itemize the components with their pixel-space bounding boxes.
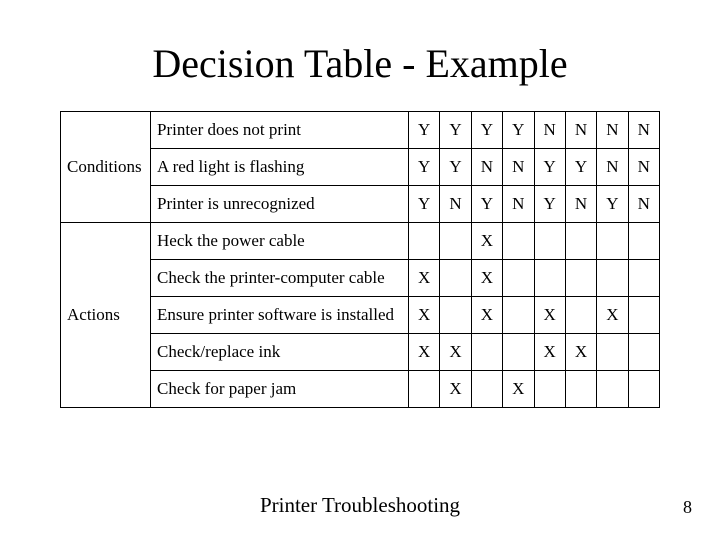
cell (597, 260, 628, 297)
table-row: Conditions Printer does not print Y Y Y … (61, 112, 660, 149)
cell (565, 260, 596, 297)
table-row: Printer is unrecognized Y N Y N Y N Y N (61, 186, 660, 223)
condition-label: Printer does not print (151, 112, 409, 149)
cell: N (597, 149, 628, 186)
cell: Y (409, 112, 440, 149)
cell: Y (409, 149, 440, 186)
cell: Y (440, 112, 471, 149)
table-row: A red light is flashing Y Y N N Y Y N N (61, 149, 660, 186)
action-label: Check for paper jam (151, 371, 409, 408)
cell: Y (597, 186, 628, 223)
table-row: Ensure printer software is installed X X… (61, 297, 660, 334)
cell (628, 297, 659, 334)
cell (409, 223, 440, 260)
cell: N (471, 149, 502, 186)
cell (503, 223, 534, 260)
cell: Y (409, 186, 440, 223)
action-label: Ensure printer software is installed (151, 297, 409, 334)
cell: N (628, 149, 659, 186)
cell (628, 223, 659, 260)
action-label: Check/replace ink (151, 334, 409, 371)
cell (440, 223, 471, 260)
cell: X (534, 334, 565, 371)
cell: X (503, 371, 534, 408)
table-row: Actions Heck the power cable X (61, 223, 660, 260)
cell: Y (534, 149, 565, 186)
action-label: Heck the power cable (151, 223, 409, 260)
cell: N (534, 112, 565, 149)
cell: Y (471, 186, 502, 223)
cell (628, 371, 659, 408)
cell (628, 334, 659, 371)
actions-label: Actions (61, 223, 151, 408)
cell (471, 371, 502, 408)
cell: X (471, 223, 502, 260)
cell: N (597, 112, 628, 149)
cell: N (440, 186, 471, 223)
condition-label: Printer is unrecognized (151, 186, 409, 223)
cell: Y (565, 149, 596, 186)
cell: N (503, 186, 534, 223)
cell: Y (503, 112, 534, 149)
cell (534, 223, 565, 260)
cell: X (597, 297, 628, 334)
cell: X (471, 260, 502, 297)
slide-title: Decision Table - Example (60, 40, 660, 87)
cell: N (628, 112, 659, 149)
table-row: Check/replace ink X X X X (61, 334, 660, 371)
cell: N (628, 186, 659, 223)
cell (597, 334, 628, 371)
cell (565, 223, 596, 260)
cell (440, 297, 471, 334)
cell: N (565, 186, 596, 223)
cell: X (409, 334, 440, 371)
cell (440, 260, 471, 297)
cell (597, 371, 628, 408)
cell (503, 297, 534, 334)
cell: X (565, 334, 596, 371)
cell: X (440, 371, 471, 408)
cell (534, 260, 565, 297)
footer-caption: Printer Troubleshooting (0, 493, 720, 518)
cell: Y (440, 149, 471, 186)
page-number: 8 (683, 497, 692, 518)
cell: Y (471, 112, 502, 149)
action-label: Check the printer-computer cable (151, 260, 409, 297)
cell (503, 260, 534, 297)
cell (409, 371, 440, 408)
conditions-label: Conditions (61, 112, 151, 223)
decision-table: Conditions Printer does not print Y Y Y … (60, 111, 660, 408)
cell (471, 334, 502, 371)
cell: X (409, 260, 440, 297)
cell (565, 297, 596, 334)
cell: N (503, 149, 534, 186)
cell (565, 371, 596, 408)
cell (534, 371, 565, 408)
cell (503, 334, 534, 371)
condition-label: A red light is flashing (151, 149, 409, 186)
cell: X (534, 297, 565, 334)
cell: X (409, 297, 440, 334)
cell (597, 223, 628, 260)
cell: N (565, 112, 596, 149)
cell (628, 260, 659, 297)
table-row: Check the printer-computer cable X X (61, 260, 660, 297)
cell: Y (534, 186, 565, 223)
cell: X (471, 297, 502, 334)
table-row: Check for paper jam X X (61, 371, 660, 408)
cell: X (440, 334, 471, 371)
